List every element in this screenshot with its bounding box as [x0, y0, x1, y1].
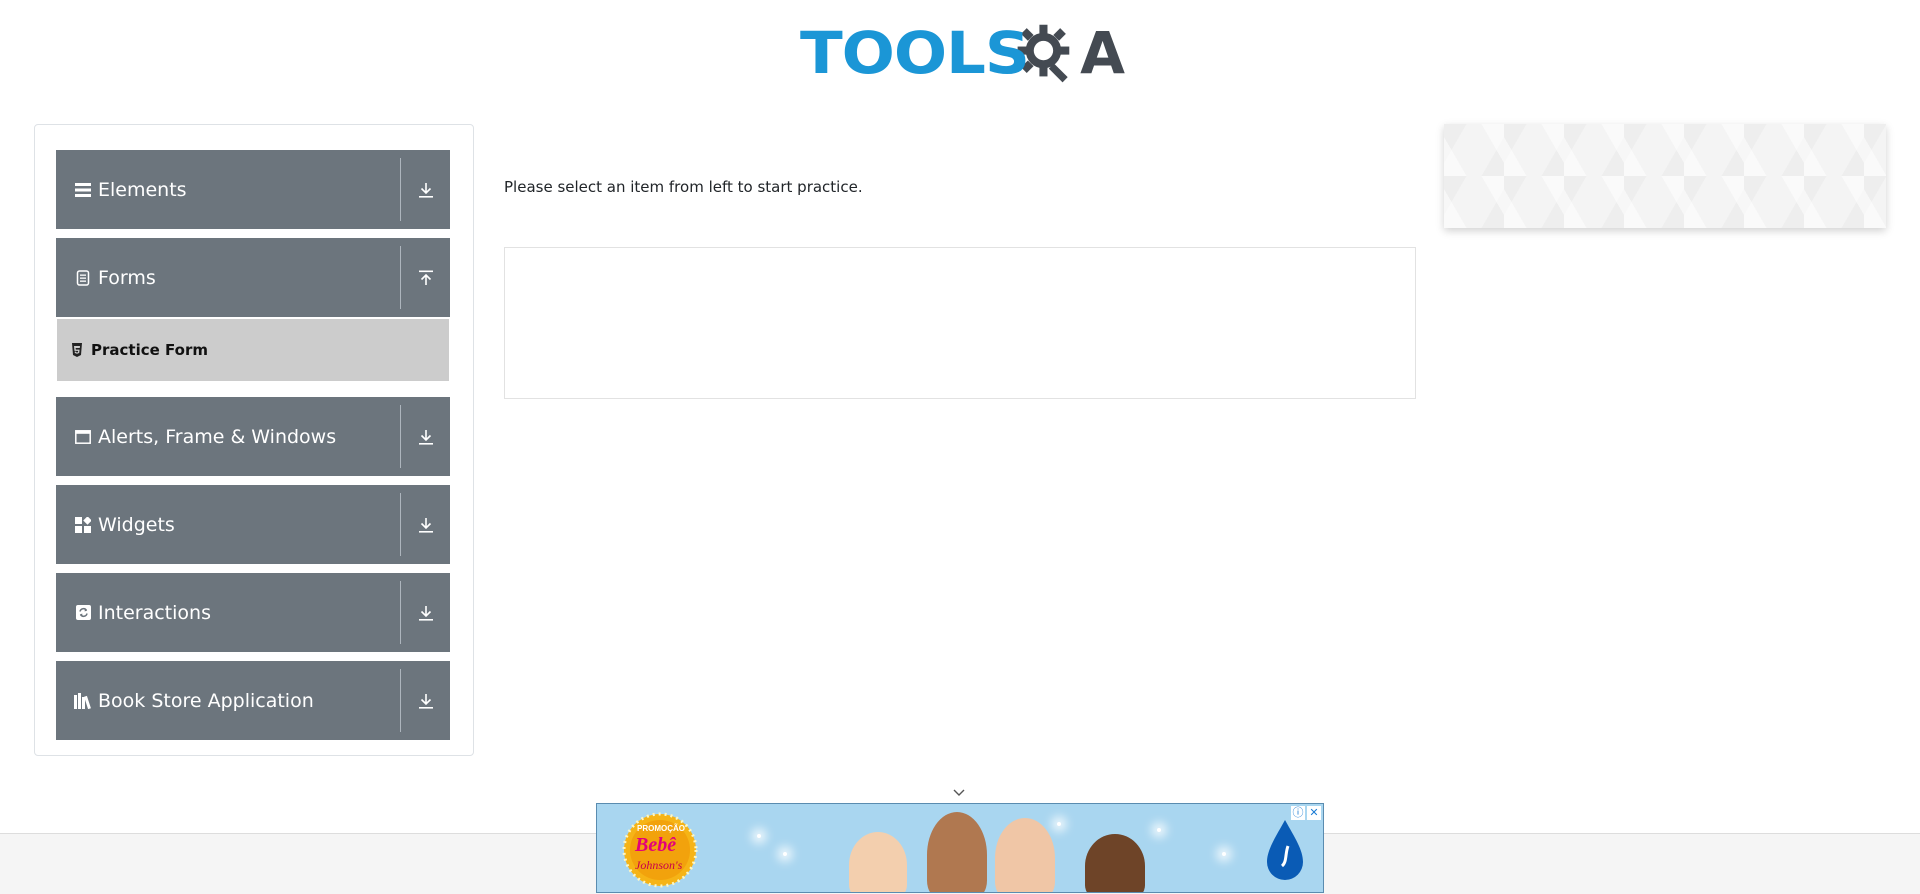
window-icon [74, 428, 92, 446]
badge-top-text: PROMOÇÃO [637, 824, 685, 833]
badge-mid-text: Bebê [635, 834, 677, 856]
group-title: Interactions [98, 601, 211, 624]
baby-image [1085, 834, 1145, 892]
group-title: Alerts, Frame & Windows [98, 425, 337, 448]
sparkle [1157, 828, 1161, 832]
expand-arrow-icon[interactable] [401, 661, 450, 740]
books-icon [74, 692, 92, 710]
group-title: Elements [98, 178, 187, 201]
ad-info-icon[interactable]: ⓘ [1291, 806, 1305, 820]
ad-close-icon[interactable]: ✕ [1307, 806, 1321, 820]
bottom-ad-banner[interactable]: PROMOÇÃO Bebê Johnson's ⓘ ✕ [596, 803, 1324, 893]
group-title: Widgets [98, 513, 175, 536]
expand-arrow-icon[interactable] [401, 397, 450, 476]
baby-image [849, 832, 907, 892]
expand-arrow-icon[interactable] [401, 150, 450, 229]
group-header-elements[interactable]: Elements [56, 150, 450, 229]
refresh-icon [74, 604, 92, 622]
right-ad-banner[interactable] [1444, 124, 1886, 228]
group-header-widgets[interactable]: Widgets [56, 485, 450, 564]
group-title: Book Store Application [98, 689, 314, 712]
menu-item-label: Practice Form [91, 341, 208, 359]
group-header-forms[interactable]: Forms [56, 238, 450, 317]
document-icon [74, 269, 92, 287]
logo-text-tools: TOOLS [800, 19, 1030, 87]
site-logo[interactable]: TOOLS A [800, 14, 1125, 92]
baby-image [995, 818, 1055, 892]
collapse-arrow-icon[interactable] [401, 238, 450, 317]
html5-icon [71, 342, 85, 358]
sparkle [757, 834, 761, 838]
group-header-book-store-application[interactable]: Book Store Application [56, 661, 450, 740]
baby-image [927, 812, 987, 892]
expand-arrow-icon[interactable] [401, 485, 450, 564]
hamburger-icon [74, 181, 92, 199]
group-title: Forms [98, 266, 156, 289]
group-header-alerts-frame-windows[interactable]: Alerts, Frame & Windows [56, 397, 450, 476]
practice-prompt: Please select an item from left to start… [504, 178, 863, 196]
badge-bottom-text: Johnson's [635, 858, 683, 872]
logo-text-a: A [1080, 19, 1125, 87]
ad-controls: ⓘ ✕ [1291, 806, 1321, 820]
johnsons-drop-logo [1267, 820, 1303, 880]
practice-content-box [504, 247, 1416, 399]
sparkle [783, 852, 787, 856]
expand-arrow-icon[interactable] [401, 573, 450, 652]
menu-item-practice-form[interactable]: Practice Form [57, 319, 449, 381]
chevron-down-icon[interactable] [953, 788, 965, 798]
sparkle [1222, 852, 1226, 856]
widgets-icon [74, 516, 92, 534]
left-panel: Elements Forms Practice Form Alerts, Fra… [34, 124, 474, 756]
sparkle [1057, 822, 1061, 826]
group-header-interactions[interactable]: Interactions [56, 573, 450, 652]
